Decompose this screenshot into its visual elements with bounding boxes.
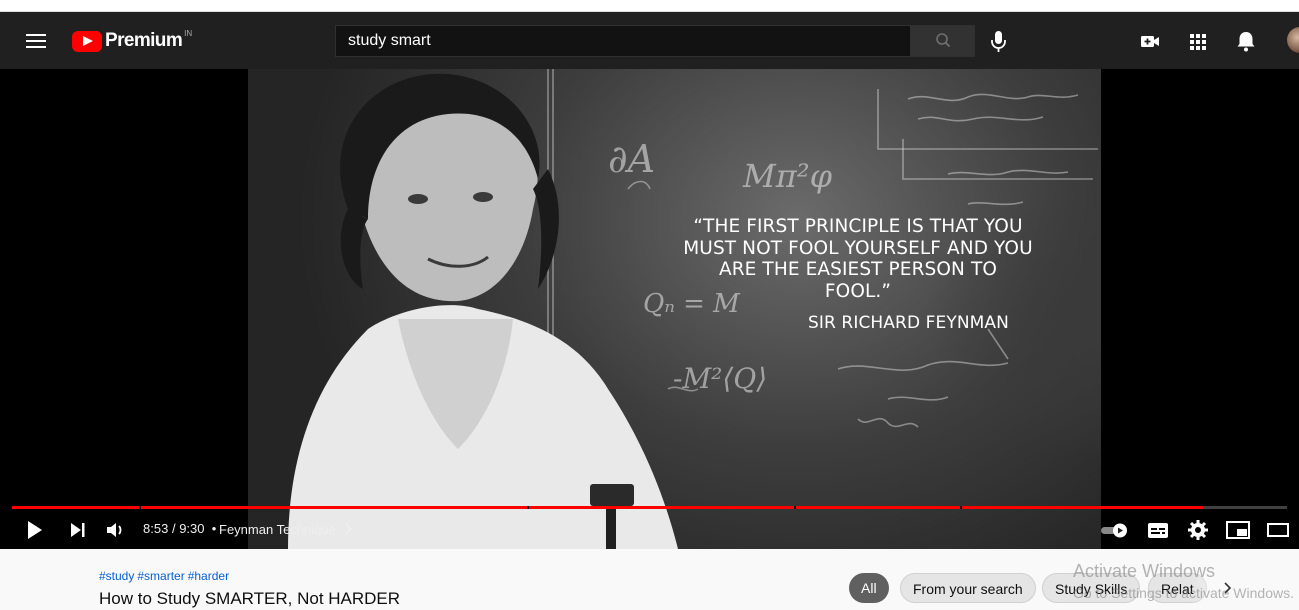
bell-icon bbox=[1237, 32, 1255, 52]
video-title: How to Study SMARTER, Not HARDER bbox=[99, 589, 401, 608]
below-player: #study #smarter #harder How to Study SMART… bbox=[0, 549, 1299, 610]
video-player[interactable]: ∂A Mπ²φ -M²⟨Q⟩ Qₙ = M “THE FIRST PRINCIP… bbox=[0, 69, 1299, 549]
chapter-marker bbox=[960, 506, 962, 509]
quote-text: “THE FIRST PRINCIPLE IS THAT YOU MUST NO… bbox=[683, 216, 1033, 302]
avatar[interactable] bbox=[1287, 27, 1299, 53]
search-button[interactable] bbox=[910, 25, 975, 57]
menu-button[interactable] bbox=[20, 26, 52, 56]
country-code: IN bbox=[184, 28, 193, 38]
chapter-marker bbox=[139, 506, 141, 509]
chapter-marker bbox=[794, 506, 796, 509]
autoplay-toggle-icon bbox=[1101, 523, 1127, 538]
chip-all[interactable]: All bbox=[849, 573, 889, 603]
miniplayer-icon bbox=[1226, 521, 1250, 539]
windows-activation-watermark: Activate Windows bbox=[1073, 561, 1216, 581]
browser-bookmark-strip bbox=[0, 0, 1299, 12]
chalk-equation-1: ∂A bbox=[608, 137, 656, 181]
youtube-watch-page: Premium IN study smart ∂A Mπ²φ -M²⟨Q⟩ Qₙ… bbox=[0, 0, 1299, 610]
video-frame[interactable]: ∂A Mπ²φ -M²⟨Q⟩ Qₙ = M “THE FIRST PRINCIP… bbox=[248, 69, 1101, 549]
next-icon bbox=[71, 523, 85, 537]
apps-icon bbox=[1190, 34, 1206, 50]
current-time: 8:53 bbox=[143, 521, 169, 536]
chevron-right-icon bbox=[345, 523, 353, 535]
hashtag-link[interactable]: #smarter bbox=[137, 569, 184, 583]
chip-from-your-search[interactable]: From your search bbox=[900, 573, 1036, 603]
player-controls: 8:53 / 9:30 • Feynman Technique bbox=[0, 510, 1299, 549]
search-icon bbox=[936, 33, 951, 48]
settings-icon bbox=[1188, 520, 1208, 540]
masthead: Premium IN bbox=[0, 12, 1299, 69]
logo-text: Premium bbox=[105, 30, 183, 51]
volume-icon bbox=[107, 523, 122, 537]
time-display: 8:53 / 9:30 • bbox=[143, 521, 217, 536]
next-button[interactable] bbox=[64, 517, 92, 543]
chapter-marker bbox=[527, 506, 529, 509]
captions-button[interactable] bbox=[1144, 517, 1172, 543]
create-button[interactable] bbox=[1134, 26, 1166, 58]
voice-search-button[interactable] bbox=[983, 26, 1015, 58]
hashtag-link[interactable]: #study bbox=[99, 569, 134, 583]
time-separator: / bbox=[171, 521, 176, 536]
chevron-right-icon bbox=[1224, 582, 1232, 594]
duration: 9:30 bbox=[179, 521, 205, 536]
theater-mode-button[interactable] bbox=[1264, 517, 1292, 543]
chapter-title: Feynman Technique bbox=[219, 522, 336, 537]
settings-button[interactable] bbox=[1184, 517, 1212, 543]
progress-played bbox=[12, 506, 1203, 509]
play-button[interactable] bbox=[21, 517, 49, 543]
captions-icon bbox=[1148, 523, 1168, 538]
play-icon bbox=[28, 521, 42, 539]
youtube-logo-icon bbox=[72, 30, 102, 52]
search-input[interactable] bbox=[336, 26, 911, 56]
autoplay-toggle[interactable] bbox=[1099, 517, 1131, 543]
chalk-equation-2: Mπ²φ bbox=[743, 157, 833, 195]
miniplayer-button[interactable] bbox=[1224, 517, 1252, 543]
volume-button[interactable] bbox=[101, 517, 129, 543]
menu-icon bbox=[26, 34, 46, 36]
mic-icon bbox=[991, 31, 1006, 52]
search-box bbox=[335, 25, 911, 57]
notifications-button[interactable] bbox=[1230, 26, 1262, 58]
hashtag-link[interactable]: #harder bbox=[188, 569, 229, 583]
theater-icon bbox=[1267, 523, 1289, 537]
chips-next-button[interactable] bbox=[1221, 579, 1235, 597]
create-video-icon bbox=[1141, 36, 1159, 47]
windows-activation-subtext: Go to Settings to activate Windows. bbox=[1073, 585, 1294, 601]
hashtags: #study #smarter #harder bbox=[99, 569, 232, 583]
apps-button[interactable] bbox=[1182, 26, 1214, 58]
chalk-equation-3: -M²⟨Q⟩ bbox=[673, 362, 768, 395]
chapter-button[interactable]: Feynman Technique bbox=[219, 522, 355, 537]
quote-author: SIR RICHARD FEYNMAN bbox=[808, 313, 1009, 333]
progress-bar[interactable] bbox=[12, 506, 1287, 509]
youtube-logo[interactable]: Premium IN bbox=[72, 29, 192, 53]
